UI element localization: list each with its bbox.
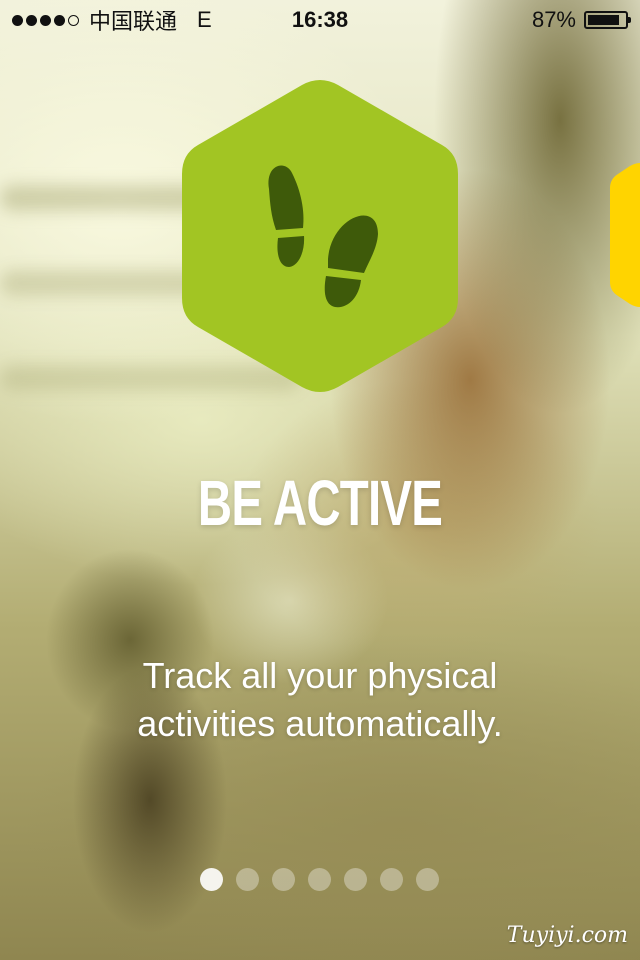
page-dot-3[interactable]: [272, 868, 295, 891]
status-bar: 中国联通 E 16:38 87%: [0, 0, 640, 40]
page-description: Track all your physical activities autom…: [60, 652, 580, 748]
page-title: BE ACTIVE: [197, 467, 443, 539]
description-line-2: activities automatically.: [137, 703, 503, 744]
onboarding-screen: 中国联通 E 16:38 87% BE ACTIVE Track all you…: [0, 0, 640, 960]
page-indicator[interactable]: [200, 868, 439, 891]
page-dot-6[interactable]: [380, 868, 403, 891]
next-badge-peek: [610, 160, 640, 310]
battery-icon: [584, 11, 631, 29]
description-line-1: Track all your physical: [142, 655, 498, 696]
page-dot-5[interactable]: [344, 868, 367, 891]
activity-hexagon-badge: [181, 79, 459, 393]
page-dot-2[interactable]: [236, 868, 259, 891]
page-dot-1[interactable]: [200, 868, 223, 891]
watermark: Tuyiyi.com: [506, 923, 628, 948]
page-dot-7[interactable]: [416, 868, 439, 891]
page-dot-4[interactable]: [308, 868, 331, 891]
battery-percentage: 87%: [531, 7, 576, 32]
